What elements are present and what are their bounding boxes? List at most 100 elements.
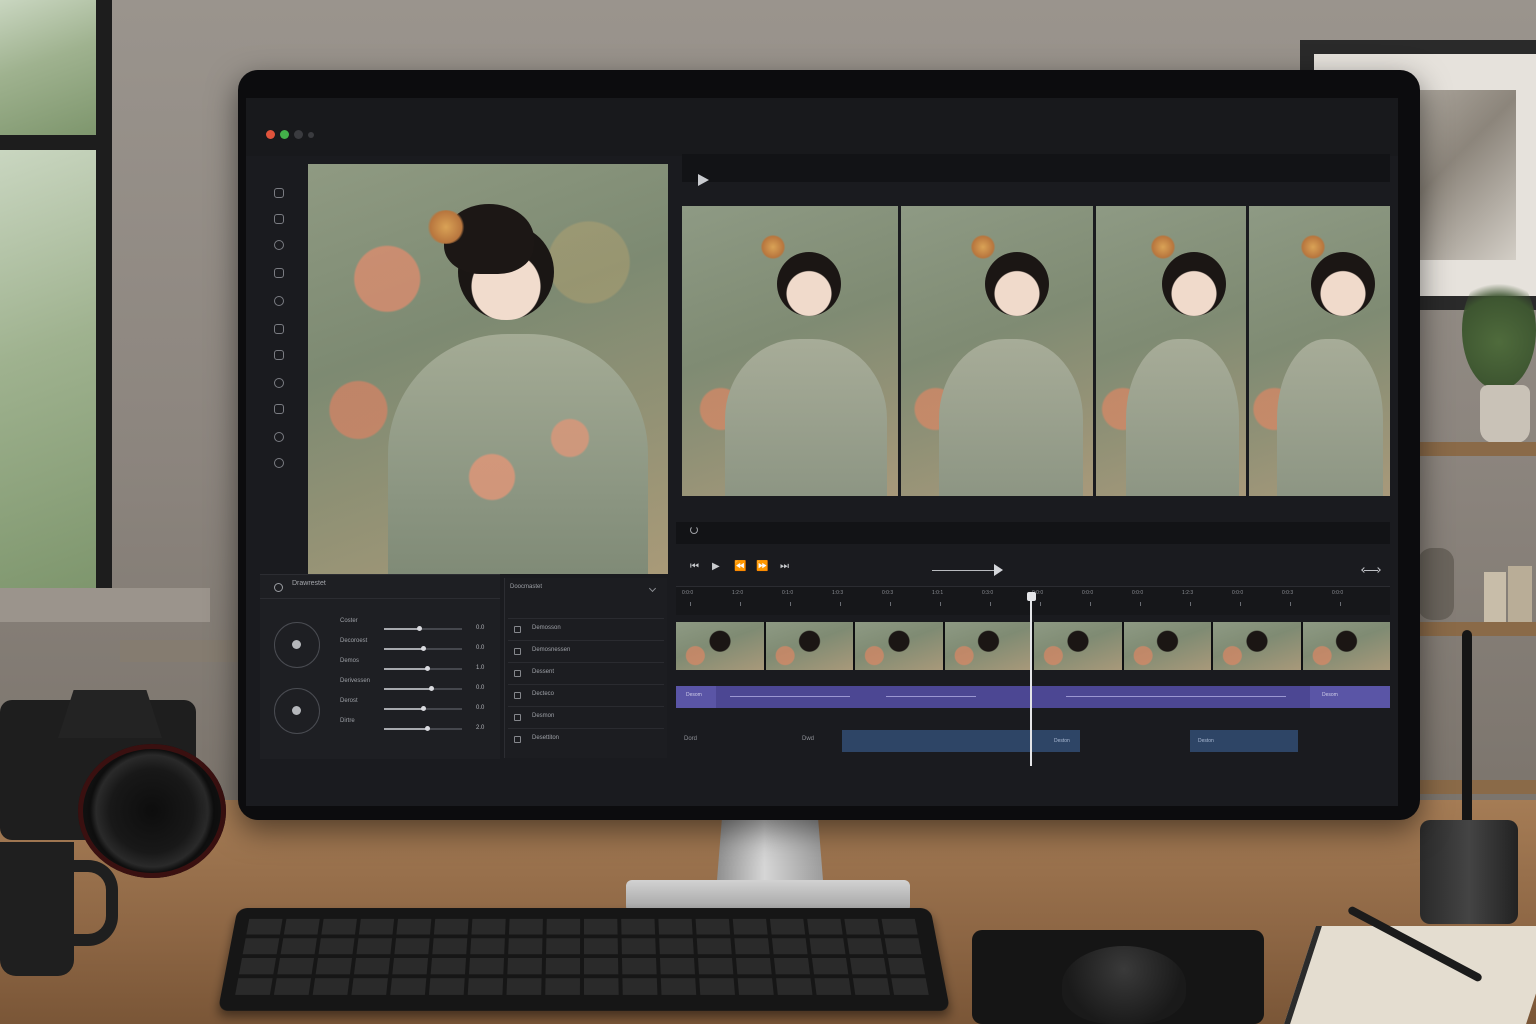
- play-icon[interactable]: [698, 174, 709, 186]
- knob-indicator: [292, 706, 301, 715]
- play-icon[interactable]: ▶: [712, 562, 720, 572]
- scrub-cursor-icon[interactable]: [994, 564, 1003, 576]
- vase: [1418, 548, 1454, 620]
- slider-handle[interactable]: [428, 686, 434, 691]
- ruler-tick: [840, 602, 841, 606]
- playhead-handle[interactable]: [1027, 592, 1036, 601]
- slider-handle[interactable]: [421, 646, 426, 651]
- preview-frames: [682, 206, 1390, 496]
- step-forward-icon[interactable]: ⏩: [756, 562, 768, 572]
- tool-sidebar: [268, 178, 296, 578]
- layer-label: Dessent: [532, 669, 555, 675]
- slider-handle[interactable]: [424, 726, 430, 731]
- layer-row[interactable]: Desmon: [508, 706, 664, 727]
- preview-frame[interactable]: [1096, 206, 1246, 496]
- adjust-tool-icon[interactable]: [274, 240, 284, 250]
- ruler-tick: [1340, 602, 1341, 606]
- refresh-icon[interactable]: [690, 526, 698, 534]
- slider-fill: [384, 648, 423, 650]
- close-dot-icon[interactable]: [266, 130, 275, 139]
- zoom-dot-icon[interactable]: [280, 130, 289, 139]
- layer-row[interactable]: Demosson: [508, 618, 664, 639]
- settings-tool-icon[interactable]: [274, 458, 284, 468]
- layer-row[interactable]: Dessent: [508, 662, 664, 683]
- layer-icon: [514, 626, 521, 633]
- rotation-knob[interactable]: [274, 622, 320, 668]
- slider-label: Derivessen: [340, 678, 371, 684]
- adjustment-slider[interactable]: [384, 706, 462, 711]
- exposure-knob[interactable]: [274, 688, 320, 734]
- layers-panel-title: Doocmastet: [510, 584, 543, 590]
- camera-viewfinder: [58, 690, 162, 738]
- audio-track[interactable]: [676, 686, 1390, 708]
- music-clip[interactable]: [842, 730, 1080, 752]
- color-tool-icon[interactable]: [274, 296, 284, 306]
- layers-tool-icon[interactable]: [274, 324, 284, 334]
- slider-value: 0.0: [476, 625, 485, 631]
- adjustment-slider[interactable]: [384, 666, 462, 671]
- ruler-tick: [740, 602, 741, 606]
- ruler-tick: [890, 602, 891, 606]
- ruler-tick: [940, 602, 941, 606]
- layer-icon: [514, 736, 521, 743]
- slider-handle[interactable]: [424, 666, 430, 671]
- slider-handle[interactable]: [421, 706, 426, 711]
- adjustment-slider[interactable]: [384, 726, 462, 731]
- layer-row[interactable]: Decteco: [508, 684, 664, 705]
- step-back-icon[interactable]: ⏪: [734, 562, 746, 572]
- ruler-timecode: 0:0:3: [882, 590, 894, 596]
- layer-row[interactable]: Desettiton: [508, 728, 664, 749]
- slider-label: Demos: [340, 658, 360, 664]
- shelf: [1416, 622, 1536, 636]
- layer-row[interactable]: Demosnessen: [508, 640, 664, 661]
- book: [1484, 572, 1506, 622]
- export-tool-icon[interactable]: [274, 404, 284, 414]
- adjustment-slider[interactable]: [384, 626, 462, 631]
- effects-tool-icon[interactable]: [274, 378, 284, 388]
- title-bar: [246, 98, 1398, 156]
- mask-tool-icon[interactable]: [274, 432, 284, 442]
- scrub-bar[interactable]: [932, 570, 994, 571]
- adjustment-slider[interactable]: [384, 646, 462, 651]
- skip-end-icon[interactable]: ⏭: [780, 562, 789, 572]
- video-frame: [944, 622, 1032, 670]
- slider-fill: [384, 708, 423, 710]
- window-sill: [0, 588, 210, 622]
- preview-frame[interactable]: [901, 206, 1093, 496]
- hair-ornament: [970, 235, 997, 259]
- ruler-timecode: 0:0:0: [682, 590, 694, 596]
- knob-indicator: [292, 640, 301, 649]
- ruler-tick: [1090, 602, 1091, 606]
- track-label: Dwd: [802, 736, 815, 742]
- slider-fill: [384, 728, 427, 730]
- stylus: [1462, 630, 1472, 830]
- mug-handle: [62, 860, 118, 946]
- figure-robe: [388, 334, 648, 574]
- filter-tool-icon[interactable]: [274, 268, 284, 278]
- pen-cup: [1420, 820, 1518, 924]
- slider-label: Decoroest: [340, 638, 368, 644]
- hair-ornament: [1150, 235, 1176, 259]
- keyboard: [217, 908, 951, 1011]
- plant: [1462, 270, 1536, 390]
- preview-frame[interactable]: [1249, 206, 1390, 496]
- text-tool-icon[interactable]: [274, 350, 284, 360]
- preview-frame[interactable]: [682, 206, 898, 496]
- music-clip-label: Deston: [1054, 738, 1070, 744]
- skip-back-icon[interactable]: ⏮: [690, 562, 699, 572]
- main-canvas-image[interactable]: [308, 164, 668, 574]
- ruler-timecode: 0:1:0: [782, 590, 794, 596]
- expand-timeline-icon[interactable]: [1364, 570, 1378, 571]
- playhead[interactable]: [1030, 598, 1032, 766]
- video-track[interactable]: [676, 622, 1390, 670]
- mouse: [1062, 946, 1186, 1024]
- crop-tool-icon[interactable]: [274, 214, 284, 224]
- window-pane-top: [0, 0, 96, 135]
- disabled-dot-icon: [294, 130, 303, 139]
- adjustment-slider[interactable]: [384, 686, 462, 691]
- plant-pot: [1480, 385, 1530, 443]
- audio-waveform: [730, 696, 850, 697]
- brush-tool-icon[interactable]: [274, 188, 284, 198]
- editor-screen: Drawrestet Coster 0.0 Decoroest 0.0 Demos 1.0…: [246, 98, 1398, 806]
- figure-head: [777, 252, 842, 317]
